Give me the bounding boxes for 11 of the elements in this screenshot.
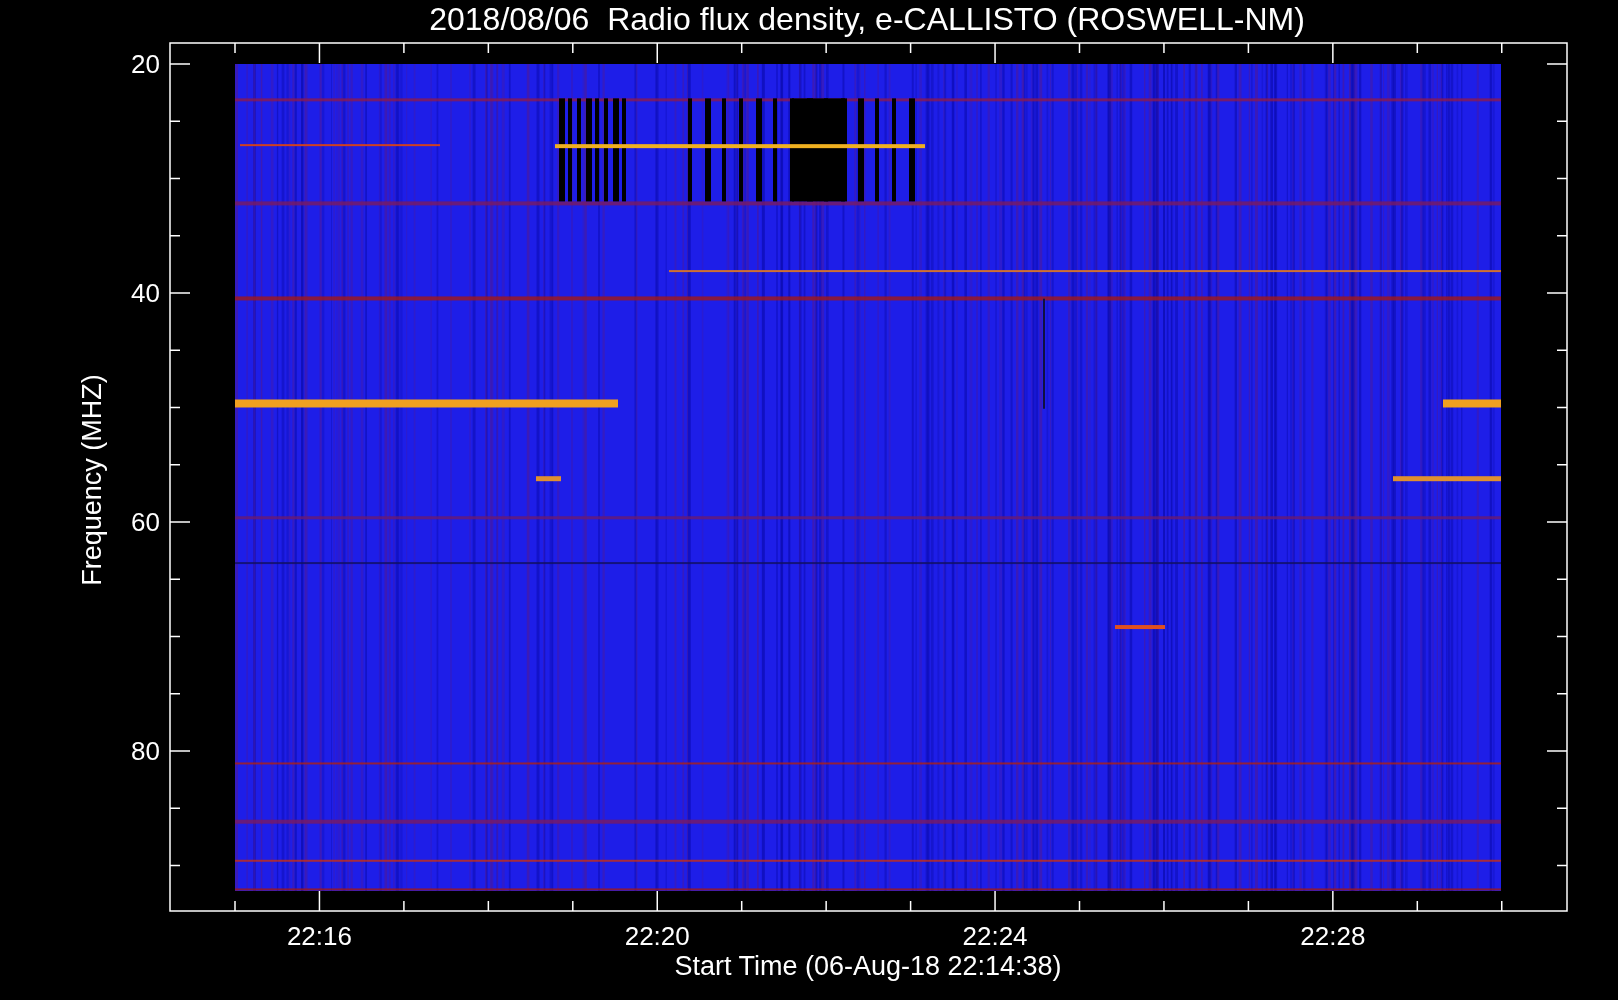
y-tick-label: 80 (131, 736, 160, 766)
x-tick-label: 22:20 (624, 921, 690, 951)
y-tick-label: 40 (131, 278, 160, 308)
chart-title: 2018/08/06 Radio flux density, e-CALLISTO (ROSWELL-NM) (429, 1, 1305, 37)
y-tick-label: 20 (131, 49, 160, 79)
x-tick-label: 22:16 (286, 921, 352, 951)
y-tick-label: 60 (131, 507, 160, 537)
x-tick-label: 22:28 (1300, 921, 1366, 951)
x-axis-label: Start Time (06-Aug-18 22:14:38) (674, 951, 1062, 981)
y-axis-label: Frequency (MHZ) (77, 374, 107, 586)
x-tick-label: 22:24 (962, 921, 1028, 951)
